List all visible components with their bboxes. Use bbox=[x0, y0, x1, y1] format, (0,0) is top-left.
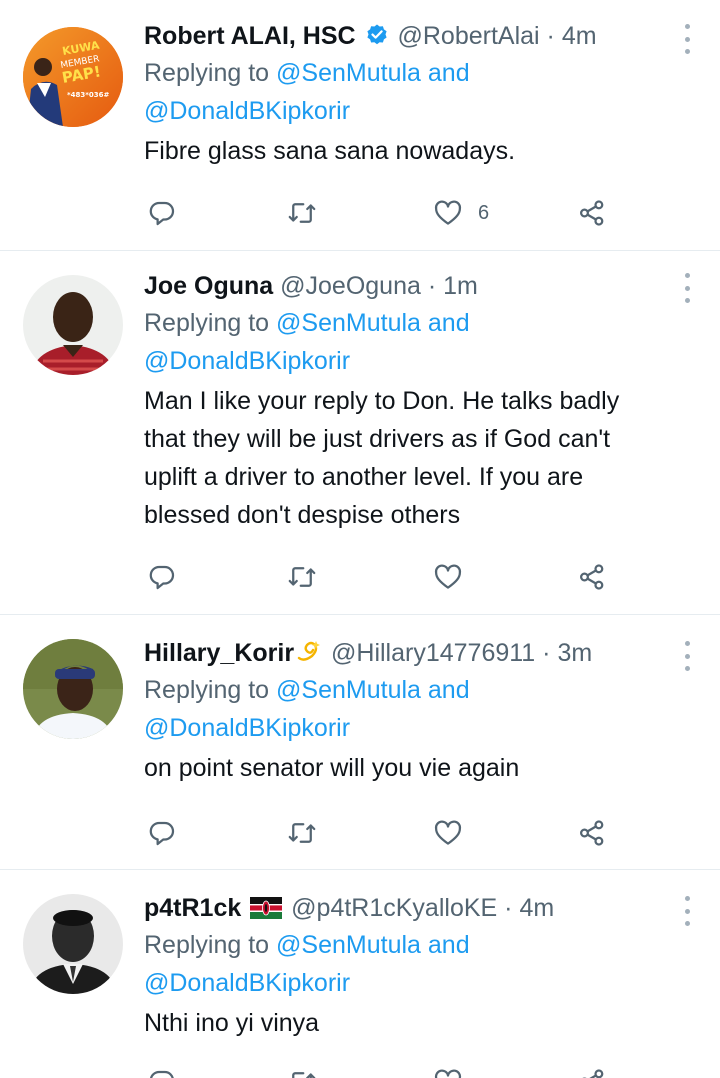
avatar[interactable] bbox=[23, 275, 123, 375]
mention-link[interactable]: @SenMutula bbox=[276, 931, 421, 959]
more-options-button[interactable] bbox=[680, 896, 694, 926]
display-name[interactable]: Joe Oguna bbox=[144, 272, 273, 300]
replying-to: Replying to @SenMutula and @DonaldBKipko… bbox=[144, 59, 470, 125]
share-icon bbox=[579, 564, 604, 590]
tweet-text: on point senator will you vie again bbox=[144, 754, 520, 782]
reply-icon bbox=[149, 821, 175, 846]
tweet-text: Nthi ino yi vinya bbox=[144, 1009, 320, 1037]
more-options-button[interactable] bbox=[680, 641, 694, 671]
tweet-text: Man I like your reply to Don. He talks b… bbox=[144, 387, 620, 529]
more-options-button[interactable] bbox=[680, 273, 694, 303]
mention-and[interactable]: and bbox=[428, 676, 470, 704]
timestamp[interactable]: 4m bbox=[562, 22, 597, 50]
share-icon bbox=[579, 820, 604, 846]
reply-button[interactable] bbox=[147, 1065, 177, 1078]
svg-text:*483*036#: *483*036# bbox=[67, 91, 110, 99]
like-button[interactable] bbox=[432, 560, 478, 594]
replying-to: Replying to @SenMutula and @DonaldBKipko… bbox=[144, 931, 470, 997]
timestamp[interactable]: 3m bbox=[557, 639, 592, 667]
reply-button[interactable] bbox=[147, 560, 177, 594]
like-icon bbox=[434, 1069, 462, 1078]
retweet-button[interactable] bbox=[287, 196, 317, 230]
separator-dot: · bbox=[542, 639, 551, 667]
reply-button[interactable] bbox=[147, 816, 177, 850]
user-handle[interactable]: @RobertAlai bbox=[397, 22, 539, 50]
avatar[interactable] bbox=[23, 894, 123, 994]
display-name[interactable]: p4tR1ck bbox=[144, 894, 241, 922]
kenya-flag-icon bbox=[250, 893, 283, 929]
tweet[interactable]: p4tR1ck @p4tR1cKyalloKE · 4m Replying to… bbox=[0, 870, 720, 1078]
reply-button[interactable] bbox=[147, 196, 177, 230]
like-count: 6 bbox=[478, 201, 490, 224]
replying-to: Replying to @SenMutula and @DonaldBKipko… bbox=[144, 309, 470, 375]
like-icon bbox=[434, 564, 462, 589]
tweet-text: Fibre glass sana sana nowadays. bbox=[144, 137, 516, 165]
share-icon bbox=[579, 200, 604, 226]
dizzy-emoji-icon bbox=[296, 638, 322, 674]
more-icon bbox=[684, 641, 690, 646]
mention-and[interactable]: and bbox=[428, 309, 470, 337]
mention-link[interactable]: @DonaldBKipkorir bbox=[144, 714, 350, 742]
share-button[interactable] bbox=[577, 1065, 607, 1078]
separator-dot: · bbox=[504, 894, 513, 922]
share-button[interactable] bbox=[577, 560, 607, 594]
retweet-icon bbox=[292, 1072, 316, 1078]
more-options-button[interactable] bbox=[680, 24, 694, 54]
separator-dot: · bbox=[546, 22, 555, 50]
like-button[interactable]: 6 bbox=[432, 196, 489, 230]
mention-link[interactable]: @SenMutula bbox=[276, 309, 421, 337]
replying-to: Replying to @SenMutula and @DonaldBKipko… bbox=[144, 676, 470, 742]
more-icon bbox=[684, 273, 690, 278]
tweet[interactable]: Hillary_Korir @Hillary14776911 · 3m Repl… bbox=[0, 615, 720, 870]
user-handle[interactable]: @p4tR1cKyalloKE bbox=[291, 894, 497, 922]
retweet-icon bbox=[288, 567, 316, 587]
reply-icon bbox=[149, 201, 175, 226]
like-icon bbox=[434, 820, 462, 845]
mention-and[interactable]: and bbox=[428, 59, 470, 87]
display-name[interactable]: Robert ALAI, HSC bbox=[144, 22, 356, 50]
like-icon bbox=[434, 200, 462, 225]
mention-link[interactable]: @DonaldBKipkorir bbox=[144, 347, 350, 375]
display-name[interactable]: Hillary_Korir bbox=[144, 639, 294, 667]
retweet-button[interactable] bbox=[287, 816, 317, 850]
separator-dot: · bbox=[427, 272, 437, 300]
share-icon bbox=[582, 1069, 604, 1078]
more-icon bbox=[684, 896, 690, 901]
like-button[interactable] bbox=[432, 816, 478, 850]
more-icon bbox=[684, 24, 690, 29]
share-button[interactable] bbox=[577, 816, 607, 850]
mention-link[interactable]: @SenMutula bbox=[276, 59, 421, 87]
timestamp[interactable]: 4m bbox=[519, 894, 554, 922]
user-handle[interactable]: @JoeOguna bbox=[280, 272, 421, 300]
retweet-icon bbox=[288, 203, 316, 223]
tweet[interactable]: KUWA MEMBER PAP! *483*036# Robert ALAI, … bbox=[0, 0, 720, 251]
retweet-icon bbox=[288, 823, 316, 843]
user-handle[interactable]: @Hillary14776911 bbox=[331, 639, 535, 667]
mention-link[interactable]: @DonaldBKipkorir bbox=[144, 969, 350, 997]
avatar[interactable] bbox=[23, 639, 123, 739]
mention-link[interactable]: @DonaldBKipkorir bbox=[144, 97, 350, 125]
avatar[interactable]: KUWA MEMBER PAP! *483*036# bbox=[23, 27, 123, 127]
share-button[interactable] bbox=[577, 196, 607, 230]
retweet-button[interactable] bbox=[287, 1065, 317, 1078]
mention-and[interactable]: and bbox=[428, 931, 470, 959]
like-button[interactable] bbox=[432, 1065, 464, 1078]
mention-link[interactable]: @SenMutula bbox=[276, 676, 421, 704]
reply-icon bbox=[149, 565, 175, 590]
tweet[interactable]: Joe Oguna @JoeOguna · 1m Replying to @Se… bbox=[0, 251, 720, 615]
reply-icon bbox=[149, 1070, 174, 1078]
verified-badge-icon bbox=[365, 21, 389, 57]
timestamp[interactable]: 1m bbox=[443, 272, 478, 300]
retweet-button[interactable] bbox=[287, 560, 317, 594]
